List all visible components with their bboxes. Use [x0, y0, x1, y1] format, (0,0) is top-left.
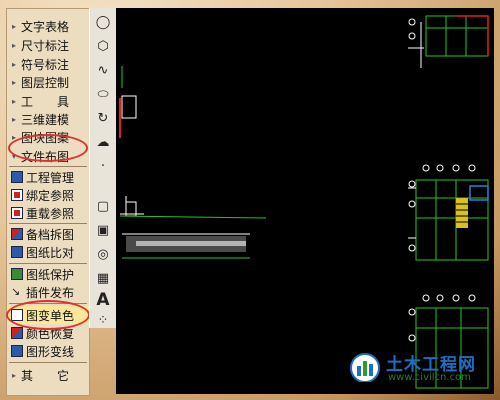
settings-dots-icon[interactable]: ⁘ — [93, 310, 113, 330]
archive-icon — [11, 228, 23, 240]
bind-xref-icon — [11, 189, 23, 201]
rotate-icon[interactable]: ↻ — [93, 108, 113, 128]
menu-item-label: 符号标注 — [21, 57, 70, 72]
site-logo-icon — [350, 353, 380, 382]
annotation-circle — [8, 134, 88, 162]
shield-icon — [11, 268, 23, 280]
project-icon — [11, 171, 23, 183]
watermark: 土木工程网 www.civilcn.com — [348, 350, 488, 390]
menu-item-label: 图层控制 — [21, 75, 70, 90]
annotation-circle — [6, 300, 90, 330]
color-restore-icon — [11, 327, 23, 339]
menu-item-label: 图形变线 — [26, 344, 75, 359]
shape-line-icon — [11, 345, 23, 357]
menu-item-label: 绑定参照 — [26, 188, 75, 203]
rect-icon[interactable]: ▢ — [93, 196, 113, 216]
submenu-project-manage[interactable]: 工程管理 — [7, 168, 89, 186]
menu-item-label: 图纸保护 — [26, 267, 75, 282]
arrow-right-icon: ▸ — [11, 114, 16, 124]
reload-xref-icon — [11, 207, 23, 219]
menu-item-3d[interactable]: ▸ 三维建模 — [7, 110, 89, 128]
menu-item-label: 文字表格 — [21, 19, 70, 34]
cloud-icon[interactable]: ☁ — [93, 132, 113, 152]
submenu-plugin-publish[interactable]: ↘ 插件发布 — [7, 283, 89, 301]
side-menu: ▸ 文字表格 ▸ 尺寸标注 ▸ 符号标注 ▸ 图层控制 ▸ 工 具 ▸ 三维建模… — [6, 8, 90, 396]
vertical-toolbar: ◯ ⬡ ∿ ⬭ ↻ ☁ · ▢ ▣ ◎ ▦ A ⁘ — [89, 8, 117, 328]
wave-icon[interactable]: ∿ — [93, 60, 113, 80]
table-icon[interactable]: ▦ — [93, 268, 113, 288]
rect-icon-2[interactable]: ▣ — [93, 220, 113, 240]
submenu-shape-to-line[interactable]: 图形变线 — [7, 342, 89, 360]
menu-item-dimension[interactable]: ▸ 尺寸标注 — [7, 36, 89, 54]
submenu-archive-split[interactable]: 备档拆图 — [7, 225, 89, 243]
menu-item-label: 插件发布 — [26, 285, 75, 300]
menu-item-label: 工程管理 — [26, 170, 75, 185]
arrow-right-icon: ▸ — [11, 77, 16, 87]
menu-item-label: 重载参照 — [26, 206, 75, 221]
menu-item-layer[interactable]: ▸ 图层控制 — [7, 73, 89, 91]
arrow-right-icon: ▸ — [11, 21, 16, 31]
menu-item-label: 尺寸标注 — [21, 38, 70, 53]
menu-item-label: 工 具 — [21, 94, 70, 109]
polygon-icon[interactable]: ⬡ — [93, 36, 113, 56]
dot-icon[interactable]: · — [93, 156, 113, 176]
arrow-right-icon: ▸ — [11, 40, 16, 50]
menu-item-label: 备档拆图 — [26, 227, 75, 242]
camera-icon[interactable]: ◎ — [93, 244, 113, 264]
compare-icon — [11, 246, 23, 258]
submenu-reload-xref[interactable]: 重载参照 — [7, 204, 89, 222]
menu-item-tools[interactable]: ▸ 工 具 — [7, 92, 89, 110]
cad-drawing-canvas[interactable] — [116, 8, 494, 394]
arrow-publish-icon: ↘ — [11, 285, 21, 298]
divider — [9, 362, 87, 363]
divider — [9, 263, 87, 264]
arrow-right-icon: ▸ — [11, 96, 16, 106]
divider — [9, 166, 87, 167]
submenu-protect[interactable]: 图纸保护 — [7, 265, 89, 283]
menu-item-text-table[interactable]: ▸ 文字表格 — [7, 17, 89, 35]
menu-item-label: 其 它 — [21, 368, 70, 383]
submenu-bind-xref[interactable]: 绑定参照 — [7, 186, 89, 204]
submenu-compare[interactable]: 图纸比对 — [7, 243, 89, 261]
menu-item-label: 三维建模 — [21, 112, 70, 127]
circle-icon[interactable]: ◯ — [93, 12, 113, 32]
divider — [9, 223, 87, 224]
cad-drawing — [119, 15, 489, 389]
ellipse-icon[interactable]: ⬭ — [93, 84, 113, 104]
menu-item-symbol[interactable]: ▸ 符号标注 — [7, 55, 89, 73]
menu-item-other[interactable]: ▸ 其 它 — [7, 366, 89, 384]
arrow-right-icon: ▸ — [11, 370, 16, 380]
watermark-url: www.civilcn.com — [388, 372, 471, 383]
text-a-icon[interactable]: A — [93, 290, 113, 310]
menu-item-label: 图纸比对 — [26, 245, 75, 260]
arrow-right-icon: ▸ — [11, 59, 16, 69]
